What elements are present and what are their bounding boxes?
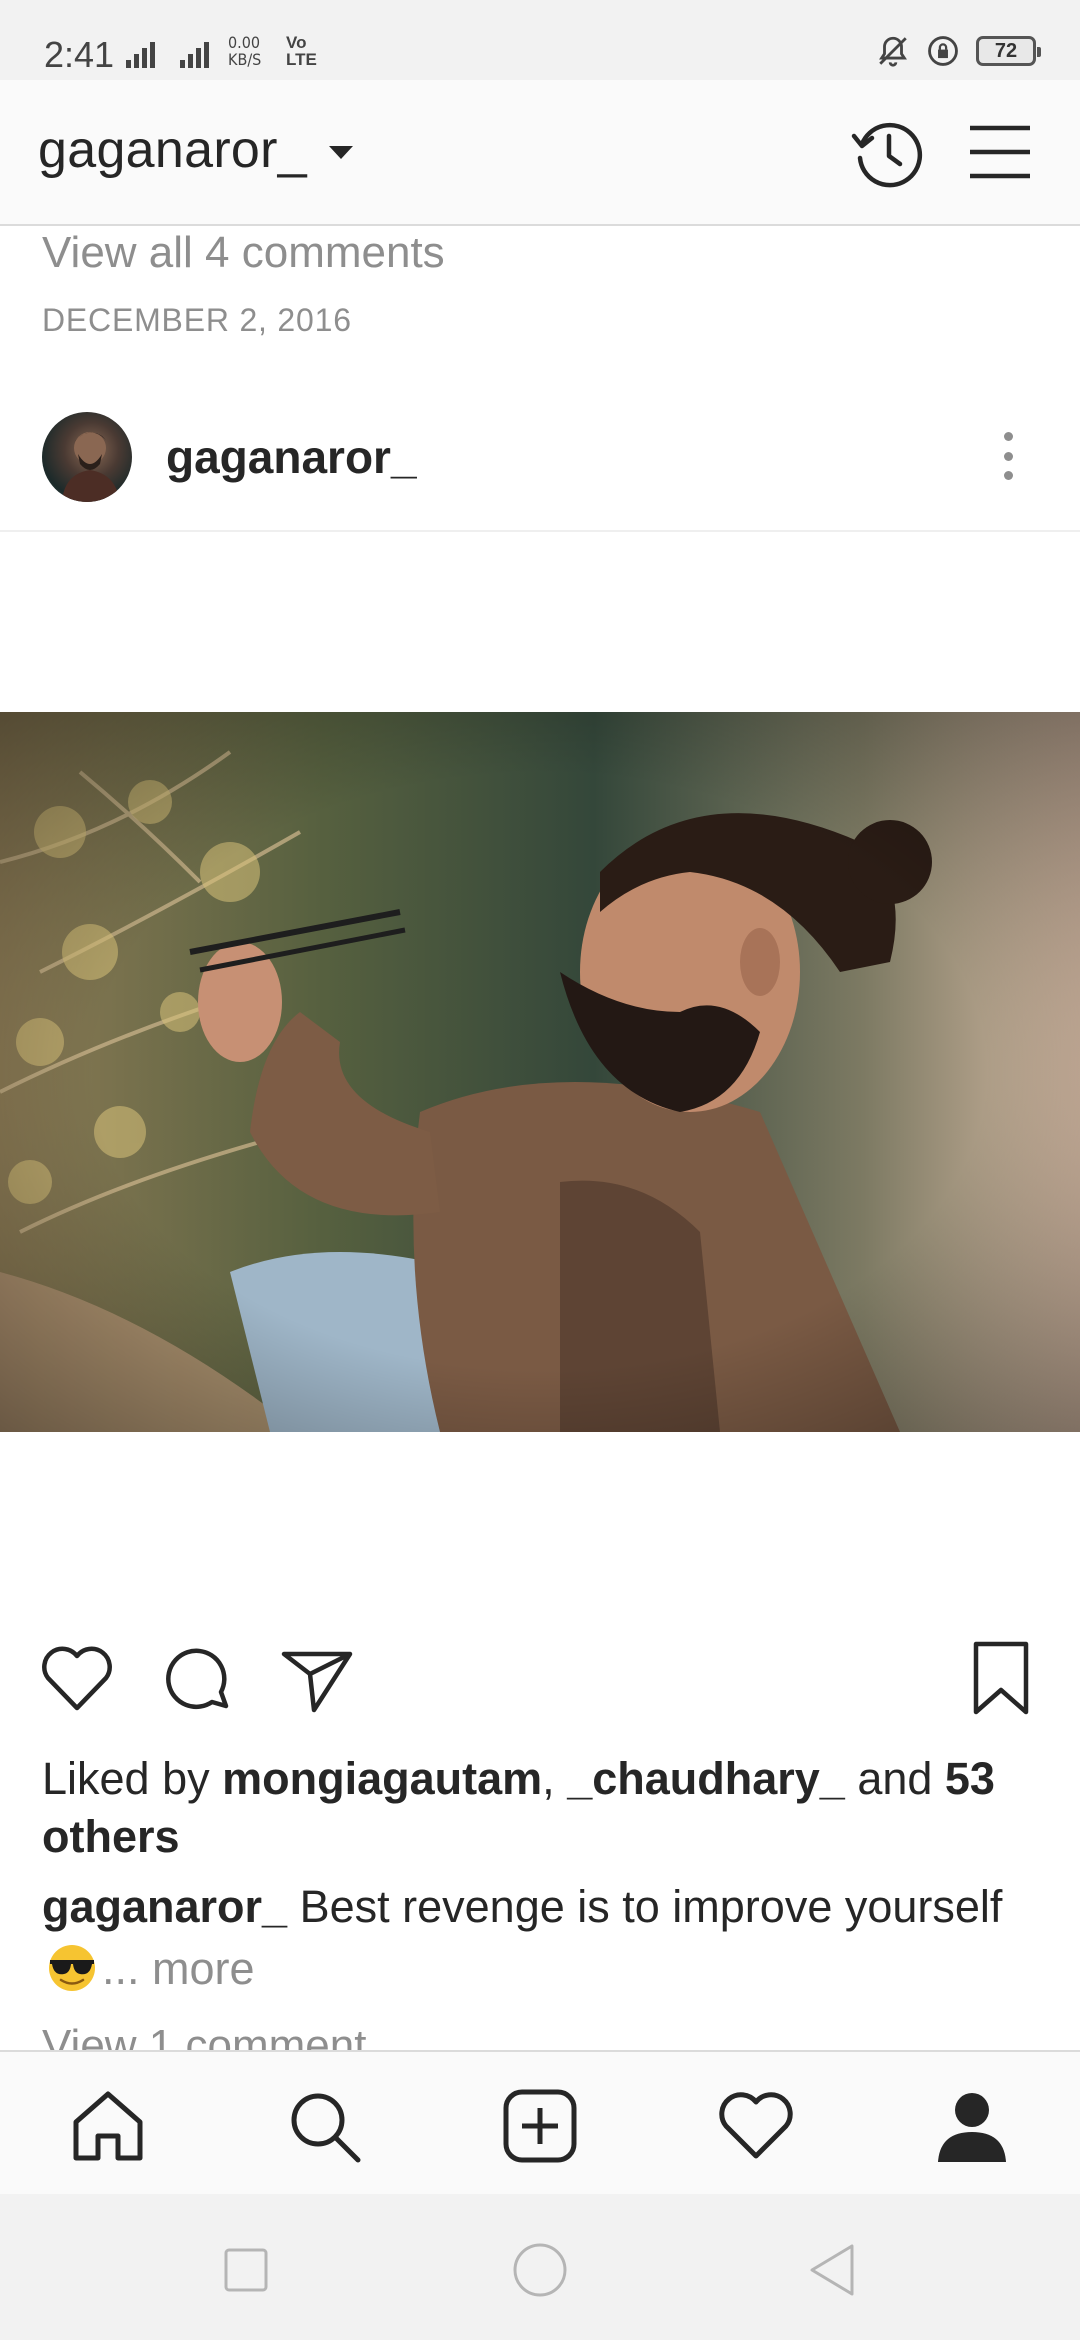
status-right: 72 xyxy=(876,34,1041,68)
bottom-nav xyxy=(0,2050,1080,2194)
and-text: and xyxy=(844,1753,945,1804)
more-dot xyxy=(1003,451,1013,461)
profile-icon[interactable] xyxy=(932,2086,1012,2166)
post-date: DECEMBER 2, 2016 xyxy=(42,302,352,338)
archive-history-icon[interactable] xyxy=(848,116,926,194)
status-time: 2:41 xyxy=(44,34,115,75)
post-caption: gaganaror_ Best revenge is to improve yo… xyxy=(42,1876,1042,2000)
battery-indicator: 72 xyxy=(976,36,1041,66)
net-speed-unit: KB/S xyxy=(228,50,262,69)
sunglasses-emoji xyxy=(49,1945,95,1991)
app-header: gaganaror_ xyxy=(0,80,1080,226)
recents-square-icon[interactable] xyxy=(216,2240,276,2300)
post-header: gaganaror_ xyxy=(0,400,1080,532)
bookmark-icon[interactable] xyxy=(962,1640,1040,1718)
avatar[interactable] xyxy=(42,412,132,502)
more-dot xyxy=(1003,471,1013,480)
liker-sep: , xyxy=(542,1753,568,1804)
caption-ellipsis: ... xyxy=(102,1943,153,1994)
caption-text: Best revenge is to improve yourself xyxy=(287,1881,1003,1932)
avatar-portrait xyxy=(62,432,120,502)
liked-by-prefix: Liked by xyxy=(42,1753,223,1804)
net-speed: 0.00 KB/S xyxy=(228,34,261,68)
back-triangle-icon[interactable] xyxy=(804,2240,864,2300)
post-photo xyxy=(0,712,1080,1432)
share-send-icon[interactable] xyxy=(278,1640,356,1718)
more-options-icon[interactable] xyxy=(990,426,1026,486)
view-comment-link[interactable]: View 1 comment xyxy=(42,2014,366,2050)
hamburger-menu-icon[interactable] xyxy=(968,120,1032,184)
account-switcher[interactable]: gaganaror_ xyxy=(38,120,353,180)
post-username[interactable]: gaganaror_ xyxy=(166,430,417,484)
caption-username[interactable]: gaganaror_ xyxy=(42,1881,287,1932)
net-speed-value: 0.00 xyxy=(228,33,261,52)
liker-link[interactable]: _chaudhary_ xyxy=(567,1753,845,1804)
post-media[interactable] xyxy=(0,532,1080,1608)
volte-label: Vo xyxy=(286,33,307,52)
view-all-comments-link[interactable]: View all 4 comments xyxy=(42,228,445,278)
others-text[interactable]: others xyxy=(42,1811,180,1862)
chevron-down-icon xyxy=(329,145,353,159)
others-count[interactable]: 53 xyxy=(945,1753,995,1804)
comment-icon[interactable] xyxy=(160,1640,238,1718)
photo-scene xyxy=(0,712,1080,1432)
lte-label: LTE xyxy=(286,50,317,69)
home-circle-icon[interactable] xyxy=(510,2240,570,2300)
heart-icon[interactable] xyxy=(38,1640,116,1718)
volte-indicator: Vo LTE xyxy=(286,34,317,68)
likes-summary[interactable]: Liked by mongiagautam, _chaudhary_ and 5… xyxy=(42,1750,1042,1866)
search-icon[interactable] xyxy=(284,2086,364,2166)
post-actions xyxy=(0,1640,1080,1720)
more-dot xyxy=(1003,432,1013,441)
header-username: gaganaror_ xyxy=(38,121,307,179)
signal-strength-icon xyxy=(126,42,209,68)
home-icon[interactable] xyxy=(68,2086,148,2166)
status-bar: 2:41 0.00 KB/S Vo LTE 72 xyxy=(0,0,1080,80)
bell-off-icon xyxy=(879,36,907,67)
rotation-lock-icon xyxy=(928,36,958,66)
activity-heart-icon[interactable] xyxy=(716,2086,796,2166)
system-nav-bar xyxy=(0,2194,1080,2340)
liker-link[interactable]: mongiagautam xyxy=(222,1753,542,1804)
more-link[interactable]: more xyxy=(152,1943,255,1994)
new-post-icon[interactable] xyxy=(500,2086,580,2166)
